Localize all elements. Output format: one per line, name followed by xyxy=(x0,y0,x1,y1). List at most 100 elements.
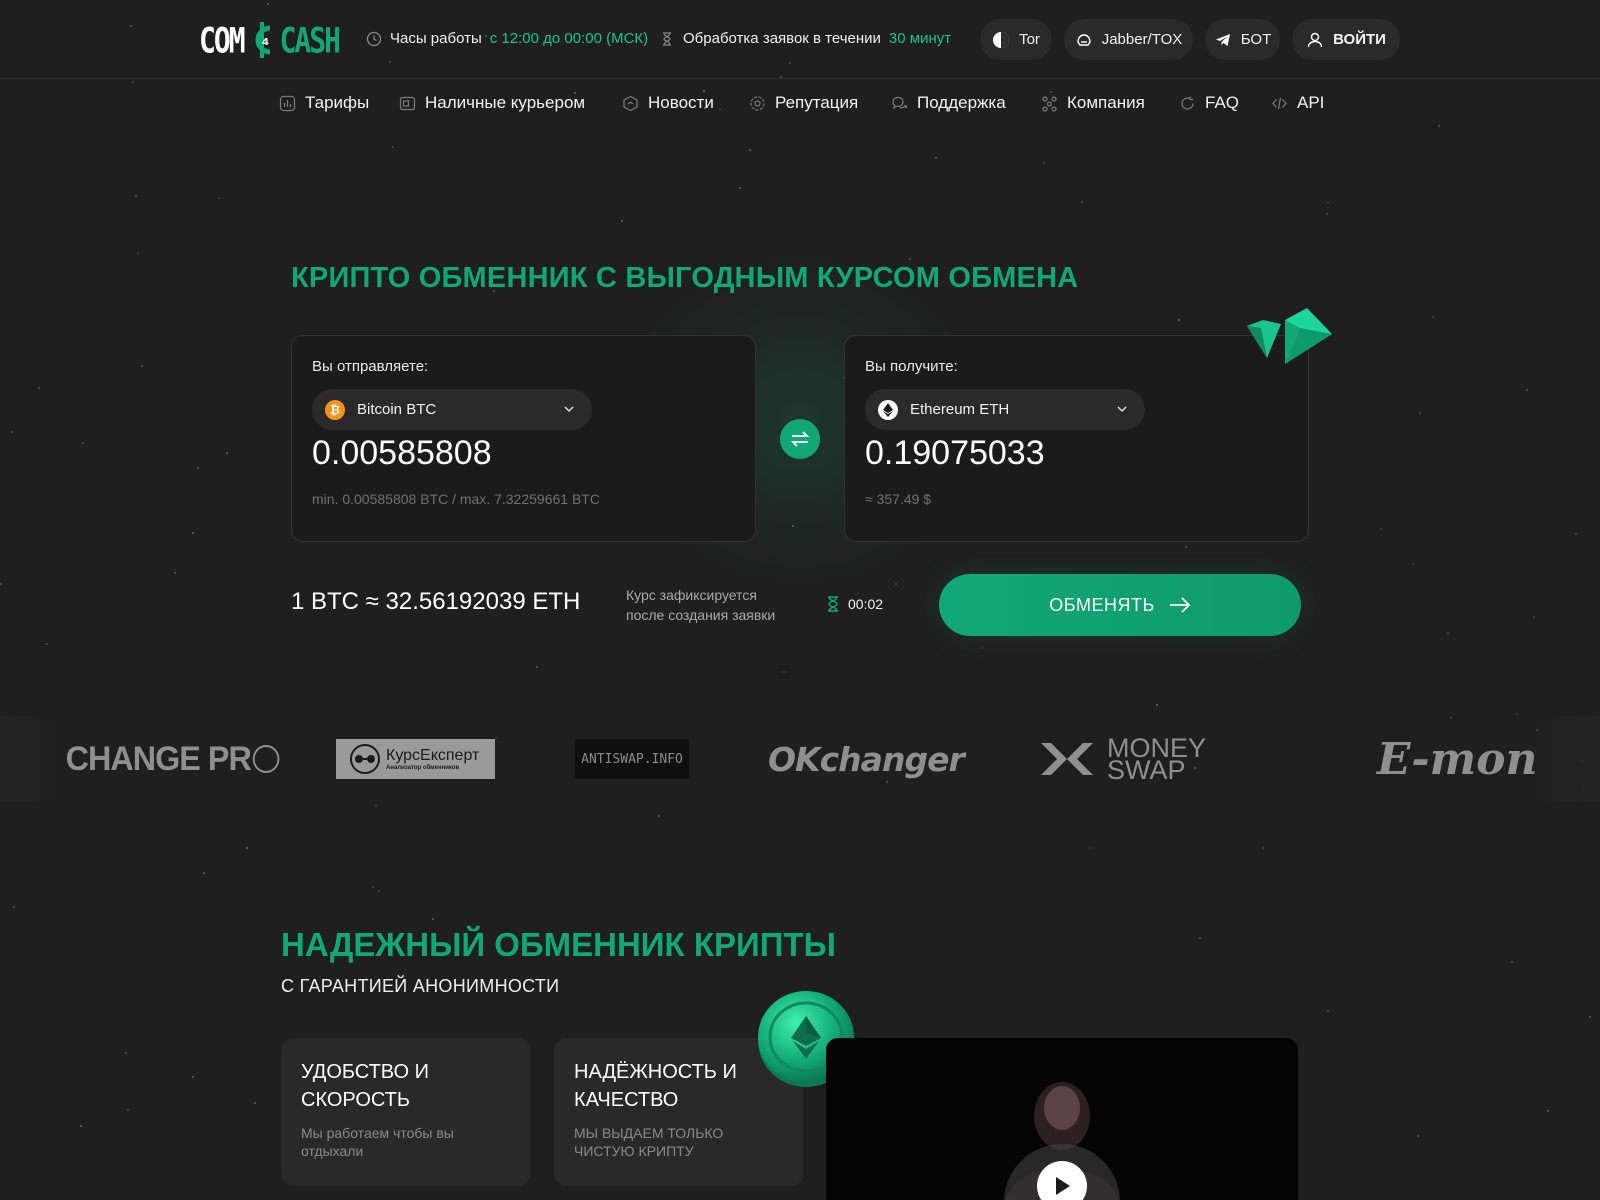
star-dot xyxy=(1412,563,1414,565)
star-dot xyxy=(1156,704,1158,706)
clock-icon xyxy=(366,31,382,46)
exchange-button-label: ОБМЕНЯТЬ xyxy=(1049,594,1155,615)
video-player[interactable] xyxy=(826,1038,1298,1200)
company-icon xyxy=(1042,95,1057,112)
nav-item-news[interactable]: Новости xyxy=(622,93,714,113)
send-label: Вы отправляете: xyxy=(312,358,429,375)
star-dot xyxy=(1326,213,1328,215)
processing-label: Обработка заявок в течении xyxy=(683,30,881,47)
receive-currency-label: Ethereum ETH xyxy=(910,401,1010,418)
hourglass-icon xyxy=(828,596,838,612)
bitcoin-icon: ₿ xyxy=(325,399,345,420)
receive-usd-value: ≈ 357.49 $ xyxy=(865,491,932,507)
send-amount-input[interactable] xyxy=(312,434,732,473)
feature-card-text: МЫ ВЫДАЕМ ТОЛЬКО ЧИСТУЮ КРИПТУ xyxy=(574,1125,724,1159)
star-dot xyxy=(1185,546,1187,548)
star-dot xyxy=(135,195,137,197)
nav-item-tariffs[interactable]: Тарифы xyxy=(279,93,369,113)
star-dot xyxy=(246,847,248,849)
bot-label: БОТ xyxy=(1240,31,1272,48)
nav-label: Компания xyxy=(1067,93,1145,112)
star-dot xyxy=(1327,202,1329,204)
section-title: НАДЕЖНЫЙ ОБМЕННИК КРИПТЫ xyxy=(281,926,836,963)
star-dot xyxy=(1547,1110,1549,1112)
send-currency-label: Bitcoin BTC xyxy=(357,401,437,418)
tor-label: Tor xyxy=(1019,31,1040,48)
star-dot xyxy=(174,572,176,574)
header: COM 4 CASH Часы работы с 12:00 до 00:00 … xyxy=(0,0,1600,79)
partner-kursexpert[interactable]: КурсЕксперт Анализатор обменников xyxy=(336,716,495,802)
nav-item-api[interactable]: API xyxy=(1271,93,1324,113)
star-dot xyxy=(1089,847,1091,849)
star-dot xyxy=(1417,1135,1419,1137)
receive-amount-input[interactable] xyxy=(865,434,1285,473)
login-button[interactable]: ВОЙТИ xyxy=(1292,19,1400,60)
star-dot xyxy=(127,1109,129,1111)
receive-card: Вы получите: Ethereum ETH ≈ 357.49 $ xyxy=(844,335,1309,542)
svg-text:4: 4 xyxy=(262,37,269,48)
nav-item-faq[interactable]: FAQ xyxy=(1179,93,1239,113)
star-dot xyxy=(254,1102,256,1104)
hero-title: КРИПТО ОБМЕННИК С ВЫГОДНЫМ КУРСОМ ОБМЕНА xyxy=(291,262,1079,294)
carousel-fade-left xyxy=(0,716,60,802)
logo-text-right: CASH xyxy=(279,19,341,61)
rate-note: Курс зафиксируется после создания заявки xyxy=(626,585,806,625)
working-hours-value: с 12:00 до 00:00 (МСК) xyxy=(489,30,649,47)
tor-button[interactable]: Tor xyxy=(980,19,1052,60)
star-dot xyxy=(392,146,394,148)
nav-item-courier-cash[interactable]: Наличные курьером xyxy=(399,93,585,113)
wallet-icon xyxy=(399,96,416,110)
send-currency-select[interactable]: ₿ Bitcoin BTC xyxy=(312,389,592,430)
nav-item-reputation[interactable]: Репутация xyxy=(749,93,858,113)
logo[interactable]: COM 4 CASH xyxy=(199,19,341,61)
chart-icon xyxy=(279,95,296,111)
tor-icon xyxy=(993,31,1010,48)
star-dot xyxy=(226,452,228,454)
partner-kursexpert-name: КурсЕксперт xyxy=(386,747,480,764)
star-dot xyxy=(132,81,134,83)
chevron-down-icon xyxy=(564,406,574,413)
partner-moneyswap[interactable]: MONEY SWAP xyxy=(1037,716,1206,802)
star-dot xyxy=(1432,316,1434,318)
star-dot xyxy=(783,671,785,673)
glasses-icon xyxy=(350,744,380,774)
partner-okchanger-logo: OKchanger xyxy=(768,739,965,779)
gems-icon xyxy=(1247,308,1332,364)
partner-kursexpert-tagline: Анализатор обменников xyxy=(386,765,460,771)
processing-time: Обработка заявок в течении 30 минут xyxy=(659,30,951,47)
star-dot xyxy=(192,532,194,534)
star-dot xyxy=(1526,389,1528,391)
partner-emon-logo: E-mon xyxy=(1377,733,1538,785)
star-dot xyxy=(1447,632,1449,634)
star-dot xyxy=(203,872,205,874)
partner-okchanger[interactable]: OKchanger xyxy=(768,716,965,802)
bot-button[interactable]: БОТ xyxy=(1205,19,1280,60)
swap-currencies-button[interactable] xyxy=(780,419,820,459)
star-dot xyxy=(432,918,434,920)
partner-antiswap[interactable]: ANTISWAP.INFO xyxy=(575,716,689,802)
main-nav: Тарифы Наличные курьером Новости Репутац… xyxy=(0,93,1600,121)
star-dot xyxy=(1043,162,1045,164)
partners-carousel: CHANGE PR КурсЕксперт Анализатор обменни… xyxy=(0,716,1600,802)
nav-label: Репутация xyxy=(775,93,859,112)
feature-card-title: УДОБСТВО И СКОРОСТЬ xyxy=(301,1061,429,1111)
receive-currency-select[interactable]: Ethereum ETH xyxy=(865,389,1145,430)
partner-emon[interactable]: E-mon xyxy=(1377,716,1538,802)
login-label: ВОЙТИ xyxy=(1333,31,1386,48)
star-dot xyxy=(536,666,538,668)
star-dot xyxy=(703,90,705,92)
exchange-rate: 1 BTC ≈ 32.56192039 ETH xyxy=(291,588,581,615)
nav-label: FAQ xyxy=(1205,93,1240,112)
exchange-button[interactable]: ОБМЕНЯТЬ xyxy=(939,574,1301,636)
star-dot xyxy=(378,890,380,892)
star-dot xyxy=(82,442,84,444)
nav-item-support[interactable]: Поддержка xyxy=(891,93,1006,113)
nav-item-company[interactable]: Компания xyxy=(1041,93,1145,113)
star-dot xyxy=(981,647,983,649)
star-dot xyxy=(1575,533,1577,535)
partner-changepro[interactable]: CHANGE PR xyxy=(66,716,280,802)
nav-label: Поддержка xyxy=(917,93,1006,112)
nav-label: Тарифы xyxy=(305,93,370,112)
carousel-fade-right xyxy=(1530,716,1600,802)
jabber-button[interactable]: Jabber/TOX xyxy=(1064,19,1193,60)
